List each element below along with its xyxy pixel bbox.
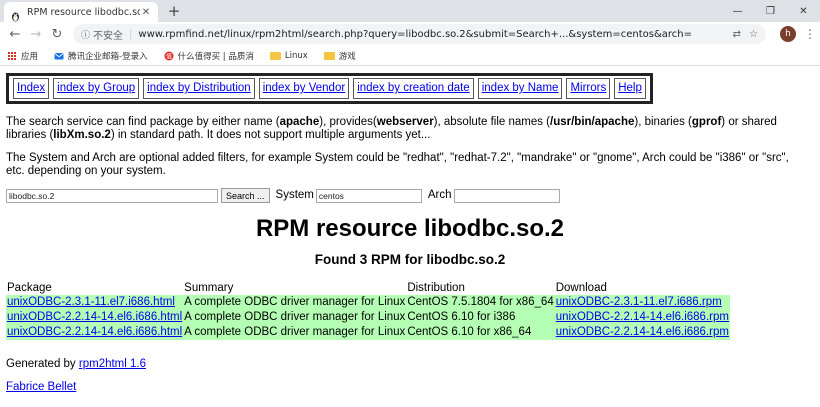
distribution-cell: CentOS 6.10 for x86_64 bbox=[406, 325, 555, 340]
info-icon[interactable]: ⓘ bbox=[81, 28, 90, 41]
bookmark-apps[interactable]: 应用 bbox=[8, 50, 38, 62]
bookmark-label: 腾讯企业邮箱-登录入 bbox=[68, 51, 148, 62]
filter-help-text: The System and Arch are optional added f… bbox=[6, 152, 789, 177]
more-menu-icon[interactable]: ⋮ bbox=[804, 27, 816, 41]
reload-icon[interactable]: ↻ bbox=[48, 25, 66, 43]
distribution-cell: CentOS 7.5.1804 for x86_64 bbox=[406, 295, 555, 310]
nav-link-group[interactable]: index by Group bbox=[53, 78, 140, 99]
tab-title: RPM resource libodbc.so.2 bbox=[27, 6, 140, 18]
browser-tab[interactable]: RPM resource libodbc.so.2 ✕ bbox=[4, 2, 158, 22]
generator-link[interactable]: rpm2html 1.6 bbox=[79, 358, 146, 370]
bookmark-games[interactable]: 游戏 bbox=[323, 50, 356, 62]
download-link[interactable]: unixODBC-2.2.14-14.el6.i686.rpm bbox=[556, 311, 729, 323]
summary-cell: A complete ODBC driver manager for Linux bbox=[183, 325, 407, 340]
column-header: Package bbox=[7, 282, 52, 294]
arch-label: Arch bbox=[427, 189, 452, 201]
table-row: unixODBC-2.3.1-11.el7.i686.html A comple… bbox=[6, 295, 730, 310]
svg-text:值: 值 bbox=[166, 52, 172, 60]
query-input[interactable] bbox=[6, 188, 218, 203]
package-link[interactable]: unixODBC-2.2.14-14.el6.i686.html bbox=[7, 326, 182, 338]
back-arrow-icon[interactable]: ← bbox=[6, 25, 24, 43]
nav-link-help[interactable]: Help bbox=[614, 78, 646, 99]
page-content: Index index by Group index by Distributi… bbox=[0, 66, 820, 394]
package-cell: unixODBC-2.3.1-11.el7.i686.html bbox=[6, 295, 184, 310]
page-title: RPM resource libodbc.so.2 bbox=[255, 215, 565, 242]
generated-by: Generated by rpm2html 1.6 bbox=[6, 358, 814, 371]
download-cell: unixODBC-2.3.1-11.el7.i686.rpm bbox=[554, 295, 730, 310]
generated-prefix: Generated by bbox=[6, 358, 79, 370]
browser-chrome: RPM resource libodbc.so.2 ✕ + — ❐ ✕ ← → … bbox=[0, 0, 820, 66]
search-form: Search ... System Arch bbox=[6, 188, 814, 203]
package-link[interactable]: unixODBC-2.3.1-11.el7.i686.html bbox=[7, 296, 175, 308]
apps-icon bbox=[8, 51, 16, 60]
author-line: Fabrice Bellet bbox=[6, 381, 814, 394]
package-cell: unixODBC-2.2.14-14.el6.i686.html bbox=[6, 310, 184, 325]
close-tab-icon[interactable]: ✕ bbox=[140, 7, 152, 18]
translate-icon[interactable]: ⇄ bbox=[733, 29, 741, 40]
summary-cell: A complete ODBC driver manager for Linux bbox=[183, 295, 407, 310]
system-input[interactable] bbox=[315, 188, 422, 203]
profile-avatar[interactable]: h bbox=[780, 26, 796, 42]
nav-link-distribution[interactable]: index by Distribution bbox=[143, 78, 255, 99]
bookmark-tencent-mail[interactable]: 腾讯企业邮箱-登录入 bbox=[54, 50, 148, 62]
search-help-text: The search service can find package by e… bbox=[6, 116, 777, 141]
summary-cell: A complete ODBC driver manager for Linux bbox=[183, 310, 407, 325]
nav-link-name[interactable]: index by Name bbox=[477, 78, 563, 99]
column-header: Distribution bbox=[407, 282, 465, 294]
author-link[interactable]: Fabrice Bellet bbox=[6, 381, 76, 393]
download-cell: unixODBC-2.2.14-14.el6.i686.rpm bbox=[554, 325, 730, 340]
bookmark-label: 什么值得买 | 品质消 bbox=[177, 51, 254, 62]
insecure-label: 不安全 bbox=[93, 30, 124, 42]
system-label: System bbox=[275, 189, 314, 201]
nav-link-mirrors[interactable]: Mirrors bbox=[566, 78, 611, 99]
url-text[interactable]: www.rpmfind.net/linux/rpm2html/search.ph… bbox=[138, 29, 724, 40]
bookmark-star-icon[interactable]: ☆ bbox=[749, 29, 758, 40]
results-table: Package Summary Distribution Download un… bbox=[6, 282, 730, 340]
browser-toolbar: ← → ↻ ⓘ 不安全 | www.rpmfind.net/linux/rpm2… bbox=[0, 22, 820, 46]
tab-strip: RPM resource libodbc.so.2 ✕ + — ❐ ✕ bbox=[0, 0, 820, 22]
minimize-button[interactable]: — bbox=[721, 0, 754, 22]
download-cell: unixODBC-2.2.14-14.el6.i686.rpm bbox=[554, 310, 730, 325]
folder-icon bbox=[323, 51, 335, 60]
bookmark-label: 游戏 bbox=[338, 51, 356, 62]
nav-link-creation-date[interactable]: index by creation date bbox=[353, 78, 474, 99]
results-count: Found 3 RPM for libodbc.so.2 bbox=[314, 252, 506, 267]
bookmarks-bar: 应用 腾讯企业邮箱-登录入 值 什么值得买 | 品质消 Linux 游戏 bbox=[0, 46, 820, 66]
table-row: unixODBC-2.2.14-14.el6.i686.html A compl… bbox=[6, 325, 730, 340]
search-button[interactable]: Search ... bbox=[221, 188, 270, 203]
new-tab-button[interactable]: + bbox=[166, 2, 182, 20]
close-window-button[interactable]: ✕ bbox=[787, 0, 820, 22]
site-nav: Index index by Group index by Distributi… bbox=[6, 73, 653, 104]
maximize-button[interactable]: ❐ bbox=[754, 0, 787, 22]
package-link[interactable]: unixODBC-2.2.14-14.el6.i686.html bbox=[7, 311, 182, 323]
bookmark-linux[interactable]: Linux bbox=[269, 50, 308, 61]
download-link[interactable]: unixODBC-2.2.14-14.el6.i686.rpm bbox=[556, 326, 729, 338]
table-row: unixODBC-2.2.14-14.el6.i686.html A compl… bbox=[6, 310, 730, 325]
bookmark-label: Linux bbox=[284, 50, 308, 61]
bookmark-smzdm[interactable]: 值 什么值得买 | 品质消 bbox=[164, 50, 254, 62]
nav-link-vendor[interactable]: index by Vendor bbox=[258, 78, 350, 99]
package-cell: unixODBC-2.2.14-14.el6.i686.html bbox=[6, 325, 184, 340]
page-footer: Generated by rpm2html 1.6 Fabrice Bellet bbox=[6, 358, 814, 394]
tencent-mail-icon bbox=[54, 51, 64, 61]
url-separator: | bbox=[129, 28, 133, 40]
window-controls: — ❐ ✕ bbox=[721, 0, 820, 22]
distribution-cell: CentOS 6.10 for i386 bbox=[406, 310, 555, 325]
smzdm-icon: 值 bbox=[164, 51, 174, 61]
forward-arrow-icon[interactable]: → bbox=[27, 25, 45, 43]
download-link[interactable]: unixODBC-2.3.1-11.el7.i686.rpm bbox=[556, 296, 722, 308]
folder-icon bbox=[269, 51, 281, 60]
nav-link-index[interactable]: Index bbox=[13, 78, 50, 99]
column-header: Summary bbox=[184, 282, 234, 294]
address-bar[interactable]: ⓘ 不安全 | www.rpmfind.net/linux/rpm2html/s… bbox=[73, 24, 766, 44]
linux-tux-icon bbox=[10, 7, 21, 21]
arch-input[interactable] bbox=[453, 188, 560, 203]
bookmark-label: 应用 bbox=[21, 51, 39, 62]
column-header: Download bbox=[555, 282, 607, 294]
table-header-row: Package Summary Distribution Download bbox=[6, 282, 730, 295]
